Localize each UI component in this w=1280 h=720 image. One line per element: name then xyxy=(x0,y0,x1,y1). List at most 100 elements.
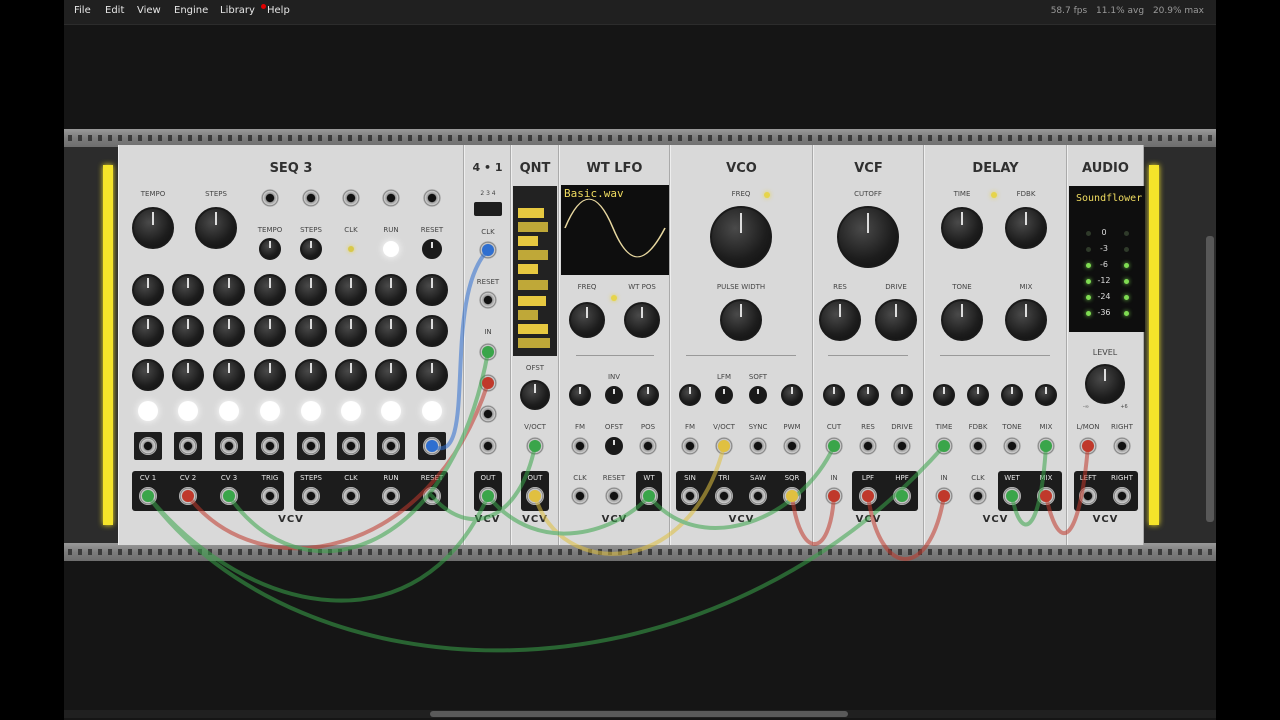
vco-fm-input[interactable] xyxy=(681,437,699,455)
vco-soft-button[interactable] xyxy=(749,386,767,404)
seq3-step-knob[interactable] xyxy=(295,315,327,347)
delay-fdbk-input[interactable] xyxy=(969,437,987,455)
delay-fdbk-knob[interactable] xyxy=(1005,207,1047,249)
vcf-drive-input[interactable] xyxy=(893,437,911,455)
qnt-note-key[interactable] xyxy=(518,250,548,260)
wtlfo-fm-attenuator[interactable] xyxy=(569,384,591,406)
wtlfo-reset-input[interactable] xyxy=(605,487,623,505)
seq3-run-button[interactable] xyxy=(383,241,399,257)
horizontal-scroll-thumb[interactable] xyxy=(430,711,848,717)
seq3-reset-input[interactable] xyxy=(423,189,441,207)
audio-right-output[interactable] xyxy=(1113,487,1131,505)
delay-tone-input[interactable] xyxy=(1003,437,1021,455)
horizontal-scrollbar[interactable] xyxy=(64,710,1216,718)
vcf-res-knob[interactable] xyxy=(819,299,861,341)
seq3-steps-knob[interactable] xyxy=(195,207,237,249)
mux-in-3[interactable] xyxy=(479,405,497,423)
vcf-drive-knob[interactable] xyxy=(875,299,917,341)
seq3-step-knob[interactable] xyxy=(254,274,286,306)
audio-device-name[interactable]: Soundflower xyxy=(1076,193,1142,204)
mux-in-4[interactable] xyxy=(479,437,497,455)
seq3-step-knob[interactable] xyxy=(213,315,245,347)
delay-clk-input[interactable] xyxy=(969,487,987,505)
seq3-step-knob[interactable] xyxy=(132,315,164,347)
qnt-note-key[interactable] xyxy=(518,296,546,306)
delay-time-attenuator[interactable] xyxy=(933,384,955,406)
qnt-note-key[interactable] xyxy=(518,280,548,290)
seq3-output-jack[interactable] xyxy=(261,487,279,505)
wtlfo-freq-knob[interactable] xyxy=(569,302,605,338)
menu-edit[interactable]: Edit xyxy=(105,5,124,16)
delay-tone-attenuator[interactable] xyxy=(1001,384,1023,406)
seq3-step-knob[interactable] xyxy=(416,315,448,347)
delay-fdbk-attenuator[interactable] xyxy=(967,384,989,406)
audio-lmon-input[interactable] xyxy=(1079,437,1097,455)
seq3-output-jack[interactable] xyxy=(342,487,360,505)
qnt-output[interactable] xyxy=(526,487,544,505)
vco-pwm-input[interactable] xyxy=(783,437,801,455)
seq3-step-gate-output[interactable] xyxy=(423,437,441,455)
menu-library[interactable]: Library xyxy=(220,5,255,16)
seq3-output-jack[interactable] xyxy=(382,487,400,505)
seq3-step-gate-output[interactable] xyxy=(302,437,320,455)
seq3-gate-button[interactable] xyxy=(138,401,158,421)
seq3-step-knob[interactable] xyxy=(254,315,286,347)
vco-sync-input[interactable] xyxy=(749,437,767,455)
seq3-gate-button[interactable] xyxy=(219,401,239,421)
seq3-output-jack[interactable] xyxy=(302,487,320,505)
menu-view[interactable]: View xyxy=(137,5,161,16)
seq3-step-gate-output[interactable] xyxy=(220,437,238,455)
vco-tri-output[interactable] xyxy=(715,487,733,505)
vcf-cutoff-knob[interactable] xyxy=(837,206,899,268)
wtlfo-fm-input[interactable] xyxy=(571,437,589,455)
vcf-audio-input[interactable] xyxy=(825,487,843,505)
seq3-steps-cv-input[interactable] xyxy=(302,189,320,207)
seq3-steps-cv-knob[interactable] xyxy=(300,238,322,260)
seq3-step-gate-output[interactable] xyxy=(261,437,279,455)
vcf-lpf-output[interactable] xyxy=(859,487,877,505)
seq3-step-knob[interactable] xyxy=(335,274,367,306)
seq3-gate-button[interactable] xyxy=(260,401,280,421)
audio-level-knob[interactable] xyxy=(1085,364,1125,404)
seq3-tempo-cv-input[interactable] xyxy=(261,189,279,207)
mux-in-2[interactable] xyxy=(479,374,497,392)
seq3-step-knob[interactable] xyxy=(375,315,407,347)
mux-in-1[interactable] xyxy=(479,343,497,361)
menu-file[interactable]: File xyxy=(74,5,91,16)
wtlfo-pos-input[interactable] xyxy=(639,437,657,455)
seq3-gate-button[interactable] xyxy=(341,401,361,421)
vcf-hpf-output[interactable] xyxy=(893,487,911,505)
delay-mix-output[interactable] xyxy=(1037,487,1055,505)
delay-time-input[interactable] xyxy=(935,437,953,455)
vco-fm-attenuator[interactable] xyxy=(679,384,701,406)
vcf-res-attenuator[interactable] xyxy=(857,384,879,406)
seq3-step-knob[interactable] xyxy=(132,359,164,391)
seq3-step-knob[interactable] xyxy=(335,359,367,391)
menu-engine[interactable]: Engine xyxy=(174,5,208,16)
qnt-note-key[interactable] xyxy=(518,222,548,232)
seq3-step-knob[interactable] xyxy=(375,359,407,391)
mux-clk-input[interactable] xyxy=(479,241,497,259)
seq3-step-knob[interactable] xyxy=(172,359,204,391)
vcf-res-input[interactable] xyxy=(859,437,877,455)
vco-pwm-attenuator[interactable] xyxy=(781,384,803,406)
seq3-output-jack[interactable] xyxy=(423,487,441,505)
seq3-tempo-cv-knob[interactable] xyxy=(259,238,281,260)
seq3-step-knob[interactable] xyxy=(375,274,407,306)
mux-reset-input[interactable] xyxy=(479,291,497,309)
qnt-note-key[interactable] xyxy=(518,236,538,246)
seq3-gate-button[interactable] xyxy=(381,401,401,421)
vco-freq-knob[interactable] xyxy=(710,206,772,268)
wtlfo-wtpos-knob[interactable] xyxy=(624,302,660,338)
seq3-clk-input[interactable] xyxy=(342,189,360,207)
seq3-step-gate-output[interactable] xyxy=(382,437,400,455)
seq3-output-jack[interactable] xyxy=(139,487,157,505)
delay-audio-input[interactable] xyxy=(935,487,953,505)
seq3-tempo-knob[interactable] xyxy=(132,207,174,249)
seq3-gate-button[interactable] xyxy=(178,401,198,421)
qnt-note-key[interactable] xyxy=(518,310,538,320)
seq3-step-knob[interactable] xyxy=(254,359,286,391)
delay-mix-knob[interactable] xyxy=(1005,299,1047,341)
vco-sin-output[interactable] xyxy=(681,487,699,505)
vco-lfm-button[interactable] xyxy=(715,386,733,404)
